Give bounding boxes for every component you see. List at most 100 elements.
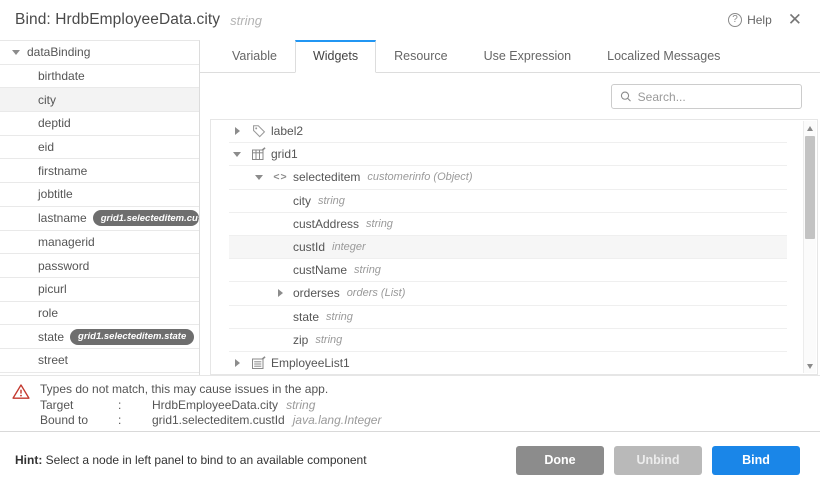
warning-target-type: string [286, 398, 315, 414]
dialog-body: dataBinding birthdate city deptid eid fi… [0, 40, 820, 375]
tree-node-city[interactable]: city string [229, 190, 787, 213]
dialog-footer: Hint: Select a node in left panel to bin… [0, 431, 820, 488]
scroll-up-icon[interactable] [804, 122, 816, 134]
search-icon [620, 90, 632, 103]
sidebar-item-lastname[interactable]: lastname grid1.selecteditem.custName [0, 207, 199, 231]
sidebar-item-street[interactable]: street [0, 349, 199, 373]
tree-node-custaddress[interactable]: custAddress string [229, 213, 787, 236]
dialog-title-type: string [230, 13, 262, 28]
tree-node-grid1[interactable]: grid1 [229, 143, 787, 166]
tag-icon [250, 124, 267, 138]
sidebar-item-label: deptid [38, 116, 71, 130]
tree-node-label: city [293, 194, 311, 208]
sidebar-item-label: state [38, 330, 64, 344]
tree-node-label2[interactable]: label2 [229, 120, 787, 143]
sidebar-item-label: jobtitle [38, 187, 73, 201]
tree-node-type: string [354, 264, 381, 276]
unbind-button[interactable]: Unbind [614, 446, 702, 475]
sidebar-item-label: role [38, 306, 58, 320]
dialog-title: Bind: HrdbEmployeeData.city [15, 11, 220, 29]
tree-node-label: custAddress [293, 217, 359, 231]
sidebar-item-firstname[interactable]: firstname [0, 159, 199, 183]
chevron-down-icon[interactable] [251, 175, 267, 180]
tree-node-type: string [326, 311, 353, 323]
tab-resource[interactable]: Resource [376, 40, 466, 72]
tree-node-label: custName [293, 263, 347, 277]
chevron-right-icon[interactable] [229, 359, 245, 367]
hint-text: Hint: Select a node in left panel to bin… [15, 453, 367, 467]
sidebar-item-jobtitle[interactable]: jobtitle [0, 183, 199, 207]
tab-widgets[interactable]: Widgets [295, 40, 376, 73]
sidebar-item-role[interactable]: role [0, 302, 199, 326]
sidebar-item-label: eid [38, 140, 54, 154]
sidebar-item-deptid[interactable]: deptid [0, 112, 199, 136]
sidebar-item-label: picurl [38, 282, 67, 296]
bind-dialog: Bind: HrdbEmployeeData.city string ? Hel… [0, 0, 820, 488]
done-button[interactable]: Done [516, 446, 604, 475]
tree-node-label: state [293, 310, 319, 324]
tab-localized-messages[interactable]: Localized Messages [589, 40, 738, 72]
sidebar-item-password[interactable]: password [0, 254, 199, 278]
tab-bar: Variable Widgets Resource Use Expression… [200, 40, 820, 73]
scroll-down-icon[interactable] [804, 360, 816, 372]
tree-node-type: string [366, 218, 393, 230]
warning-icon [12, 383, 30, 400]
sidebar-item-label: city [38, 93, 56, 107]
tree-node-type: string [315, 334, 342, 346]
sidebar-item-eid[interactable]: eid [0, 136, 199, 160]
tree-node-employeelist1[interactable]: EmployeeList1 [229, 352, 787, 375]
object-icon: <> [272, 171, 289, 183]
chevron-right-icon[interactable] [272, 289, 288, 297]
tab-variable[interactable]: Variable [214, 40, 295, 72]
tree-node-custname[interactable]: custName string [229, 259, 787, 282]
colon: : [118, 398, 152, 414]
tab-use-expression[interactable]: Use Expression [466, 40, 590, 72]
tree-node-label: selecteditem [293, 170, 360, 184]
chevron-right-icon[interactable] [229, 127, 245, 135]
close-icon[interactable]: ✕ [786, 13, 804, 27]
bind-button[interactable]: Bind [712, 446, 800, 475]
vertical-scrollbar[interactable] [803, 121, 816, 373]
sidebar-item-birthdate[interactable]: birthdate [0, 65, 199, 89]
warning-target-label: Target [40, 398, 118, 414]
grid-icon [250, 147, 267, 161]
tree-node-state[interactable]: state string [229, 306, 787, 329]
tree-node-orderses[interactable]: orderses orders (List) [229, 282, 787, 305]
tree-node-label: grid1 [271, 147, 298, 161]
sidebar-item-label: street [38, 353, 68, 367]
tree-node-type: customerinfo (Object) [367, 171, 472, 183]
tree-node-type: string [318, 195, 345, 207]
warning-bound-label: Bound to [40, 413, 118, 429]
warning-message: Types do not match, this may cause issue… [40, 382, 328, 398]
colon: : [118, 413, 152, 429]
sidebar-item-label: birthdate [38, 69, 85, 83]
help-button[interactable]: ? Help [728, 13, 772, 27]
data-binding-panel: dataBinding birthdate city deptid eid fi… [0, 40, 200, 375]
search-box [611, 84, 802, 109]
tree-node-custid[interactable]: custId integer [229, 236, 787, 259]
chevron-down-icon[interactable] [8, 50, 24, 55]
sidebar-item-label: lastname [38, 211, 87, 225]
dialog-header: Bind: HrdbEmployeeData.city string ? Hel… [0, 0, 820, 40]
tree-node-type: integer [332, 241, 366, 253]
tree-node-label: orderses [293, 286, 340, 300]
bind-source-panel: Variable Widgets Resource Use Expression… [200, 40, 820, 375]
sidebar-item-picurl[interactable]: picurl [0, 278, 199, 302]
sidebar-item-managerid[interactable]: managerid [0, 231, 199, 255]
sidebar-item-databinding[interactable]: dataBinding [0, 41, 199, 65]
sidebar-item-label: password [38, 259, 89, 273]
sidebar-item-state[interactable]: state grid1.selecteditem.state [0, 325, 199, 349]
tree-node-selecteditem[interactable]: <> selecteditem customerinfo (Object) [229, 166, 787, 189]
sidebar-item-city[interactable]: city [0, 88, 199, 112]
widgets-tree: label2 grid1 <> selecteditem [210, 119, 818, 375]
warning-bound-value: grid1.selecteditem.custId [152, 413, 285, 429]
chevron-down-icon[interactable] [229, 152, 245, 157]
sidebar-item-label: managerid [38, 235, 95, 249]
tree-node-zip[interactable]: zip string [229, 329, 787, 352]
tree-node-type: orders (List) [347, 287, 406, 299]
scrollbar-thumb[interactable] [805, 136, 815, 239]
binding-badge: grid1.selecteditem.state [70, 329, 194, 345]
help-label: Help [747, 13, 772, 27]
search-input[interactable] [638, 90, 793, 104]
binding-badge: grid1.selecteditem.custName [93, 210, 199, 226]
